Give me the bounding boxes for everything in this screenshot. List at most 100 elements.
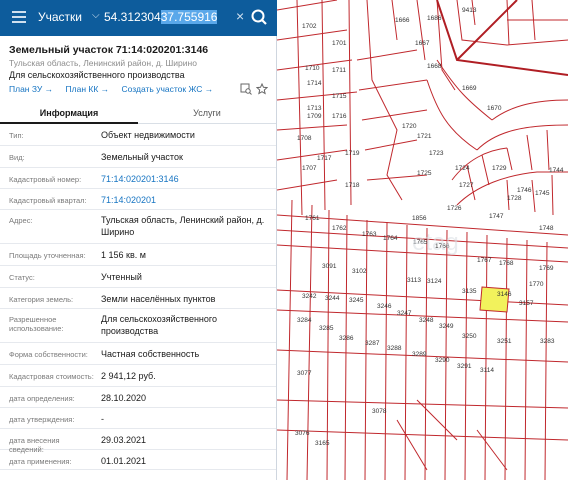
detail-value: Земли населённых пунктов xyxy=(101,294,216,304)
parcel-number-label: 3165 xyxy=(315,440,330,447)
detail-key: Площадь уточненная: xyxy=(9,251,86,260)
watermark: etag xyxy=(412,229,459,256)
parcel-address: Тульская область, Ленинский район, д. Ши… xyxy=(9,58,197,68)
detail-key: Статус: xyxy=(9,273,35,282)
chevron-down-icon: ⌵ xyxy=(92,10,100,21)
parcel-number-label: 3250 xyxy=(462,333,477,340)
detail-row: Кадастровый номер: 71:14:020201:3146 xyxy=(0,168,276,189)
parcel-number-label: 3289 xyxy=(412,351,427,358)
parcel-number-label: 1711 xyxy=(332,67,346,74)
detail-key: Категория земель: xyxy=(9,295,74,304)
clear-icon[interactable]: × xyxy=(236,8,244,24)
search-bar: Участки ⌵ 54.31230437.755916 × xyxy=(0,0,277,36)
detail-value: - xyxy=(101,414,104,424)
detail-value: 29.03.2021 xyxy=(101,435,147,445)
plan-zu-link[interactable]: План ЗУ → xyxy=(9,84,53,94)
parcel-number-label: 1710 xyxy=(305,65,320,72)
parcel-number-label: 3242 xyxy=(302,293,317,300)
detail-key: Кадастровый номер: xyxy=(9,175,82,184)
parcel-number-label: 3290 xyxy=(435,357,450,364)
parcel-number-label: 3114 xyxy=(480,367,494,374)
parcel-number-label: 1669 xyxy=(462,85,477,92)
tab-information[interactable]: Информация xyxy=(0,104,138,124)
tab-services[interactable]: Услуги xyxy=(138,104,276,124)
parcel-number-label: 1856 xyxy=(412,215,427,222)
detail-key: Вид: xyxy=(9,153,25,162)
detail-value-link[interactable]: 71:14:020201 xyxy=(101,194,271,206)
parcel-number-label: 1728 xyxy=(507,195,522,202)
parcel-number-label: 3246 xyxy=(377,303,392,310)
parcel-number-label: 1713 xyxy=(307,105,322,112)
detail-row: Разрешенное использование: Для сельскохоз… xyxy=(0,309,276,343)
parcel-number-label: 3135 xyxy=(462,288,477,295)
detail-value: Частная собственность xyxy=(101,349,200,359)
detail-value: Земельный участок xyxy=(101,152,183,162)
parcel-number-label: 3244 xyxy=(325,295,340,302)
object-type-select[interactable]: Участки ⌵ xyxy=(38,10,100,24)
detail-key: Адрес: xyxy=(9,216,33,225)
parcel-number-label: 1715 xyxy=(332,93,347,100)
menu-icon[interactable] xyxy=(12,11,26,23)
object-type-label: Участки xyxy=(38,10,82,24)
search-query-selected: 37.755916 xyxy=(160,10,218,24)
search-button[interactable] xyxy=(248,6,270,28)
parcel-number-label: 3091 xyxy=(322,263,337,270)
search-query-prefix: 54.312304 xyxy=(104,10,161,24)
info-panel: Участки ⌵ 54.31230437.755916 × Земельный… xyxy=(0,0,277,480)
detail-value: Учтенный xyxy=(101,272,142,282)
parcel-number-label: 1668 xyxy=(427,63,442,70)
detail-row: дата утверждения: - xyxy=(0,408,276,429)
parcel-number-label: 3146 xyxy=(497,291,512,298)
parcel-number-label: 1707 xyxy=(302,165,317,172)
search-icon xyxy=(251,9,267,25)
parcel-number-label: 1727 xyxy=(459,182,474,189)
parcel-number-label: 3076 xyxy=(295,430,310,437)
detail-row: дата применения: 01.01.2021 xyxy=(0,450,276,470)
map-canvas[interactable]: 1686 9413 1666 1702 1701 1667 1710 1711 1668 1714… xyxy=(277,0,568,480)
map-label-layer: 1686 9413 1666 1702 1701 1667 1710 1711 1668 1714… xyxy=(295,7,564,447)
parcel-number-label: 1723 xyxy=(429,150,444,157)
detail-value-link[interactable]: 71:14:020201:3146 xyxy=(101,173,271,185)
parcel-title: Земельный участок 71:14:020201:3146 xyxy=(9,44,209,56)
detail-key: Форма собственности: xyxy=(9,350,88,359)
parcel-number-label: 3251 xyxy=(497,338,512,345)
detail-row: дата внесения сведений: 29.03.2021 xyxy=(0,429,276,454)
parcel-number-label: 1762 xyxy=(332,225,347,232)
parcel-number-label: 1718 xyxy=(345,182,360,189)
parcel-purpose: Для сельскохозяйственного производства xyxy=(9,70,185,80)
cadastral-map[interactable]: 1686 9413 1666 1702 1701 1667 1710 1711 1668 1714… xyxy=(277,0,568,480)
create-parcel-link[interactable]: Создать участок ЖС → xyxy=(122,84,214,94)
parcel-number-label: 1686 xyxy=(427,15,442,22)
parcel-number-label: 1744 xyxy=(549,167,564,174)
parcel-number-label: 1729 xyxy=(492,165,507,172)
detail-row: Вид: Земельный участок xyxy=(0,146,276,168)
details-list: Тип: Объект недвижимости Вид: Земельный уча… xyxy=(0,124,276,470)
search-input[interactable]: 54.31230437.755916 xyxy=(104,10,218,24)
detail-value: Для сельскохозяйственного производства xyxy=(101,314,217,336)
copy-search-icon[interactable] xyxy=(240,83,252,95)
detail-key: Кадастровый квартал: xyxy=(9,196,87,205)
parcel-number-label: 1746 xyxy=(517,187,532,194)
detail-row: дата определения: 28.10.2020 xyxy=(0,387,276,408)
parcel-number-label: 1768 xyxy=(499,260,514,267)
parcel-number-label: 3288 xyxy=(387,345,402,352)
star-icon[interactable] xyxy=(256,83,268,95)
parcel-number-label: 1726 xyxy=(447,205,462,212)
detail-key: Кадастровая стоимость: xyxy=(9,372,94,381)
parcel-number-label: 1714 xyxy=(307,80,322,87)
parcel-number-label: 3245 xyxy=(349,297,364,304)
plan-kk-link[interactable]: План КК → xyxy=(66,84,110,94)
detail-value: Объект недвижимости xyxy=(101,130,195,140)
detail-value: Тульская область, Ленинский район, д. Ши… xyxy=(101,215,265,237)
parcel-number-label: 3285 xyxy=(319,325,334,332)
detail-value: 28.10.2020 xyxy=(101,393,147,403)
detail-row: Статус: Учтенный xyxy=(0,266,276,288)
action-links: План ЗУ → План КК → Создать участок ЖС → xyxy=(9,84,223,94)
parcel-number-label: 1701 xyxy=(332,40,347,47)
parcel-number-label: 1720 xyxy=(402,123,417,130)
detail-row: Категория земель: Земли населённых пункто… xyxy=(0,288,276,309)
parcel-number-label: 1764 xyxy=(383,235,398,242)
detail-key: дата утверждения: xyxy=(9,415,75,424)
detail-value: 2 941,12 руб. xyxy=(101,371,156,381)
parcel-number-label: 3102 xyxy=(352,268,367,275)
